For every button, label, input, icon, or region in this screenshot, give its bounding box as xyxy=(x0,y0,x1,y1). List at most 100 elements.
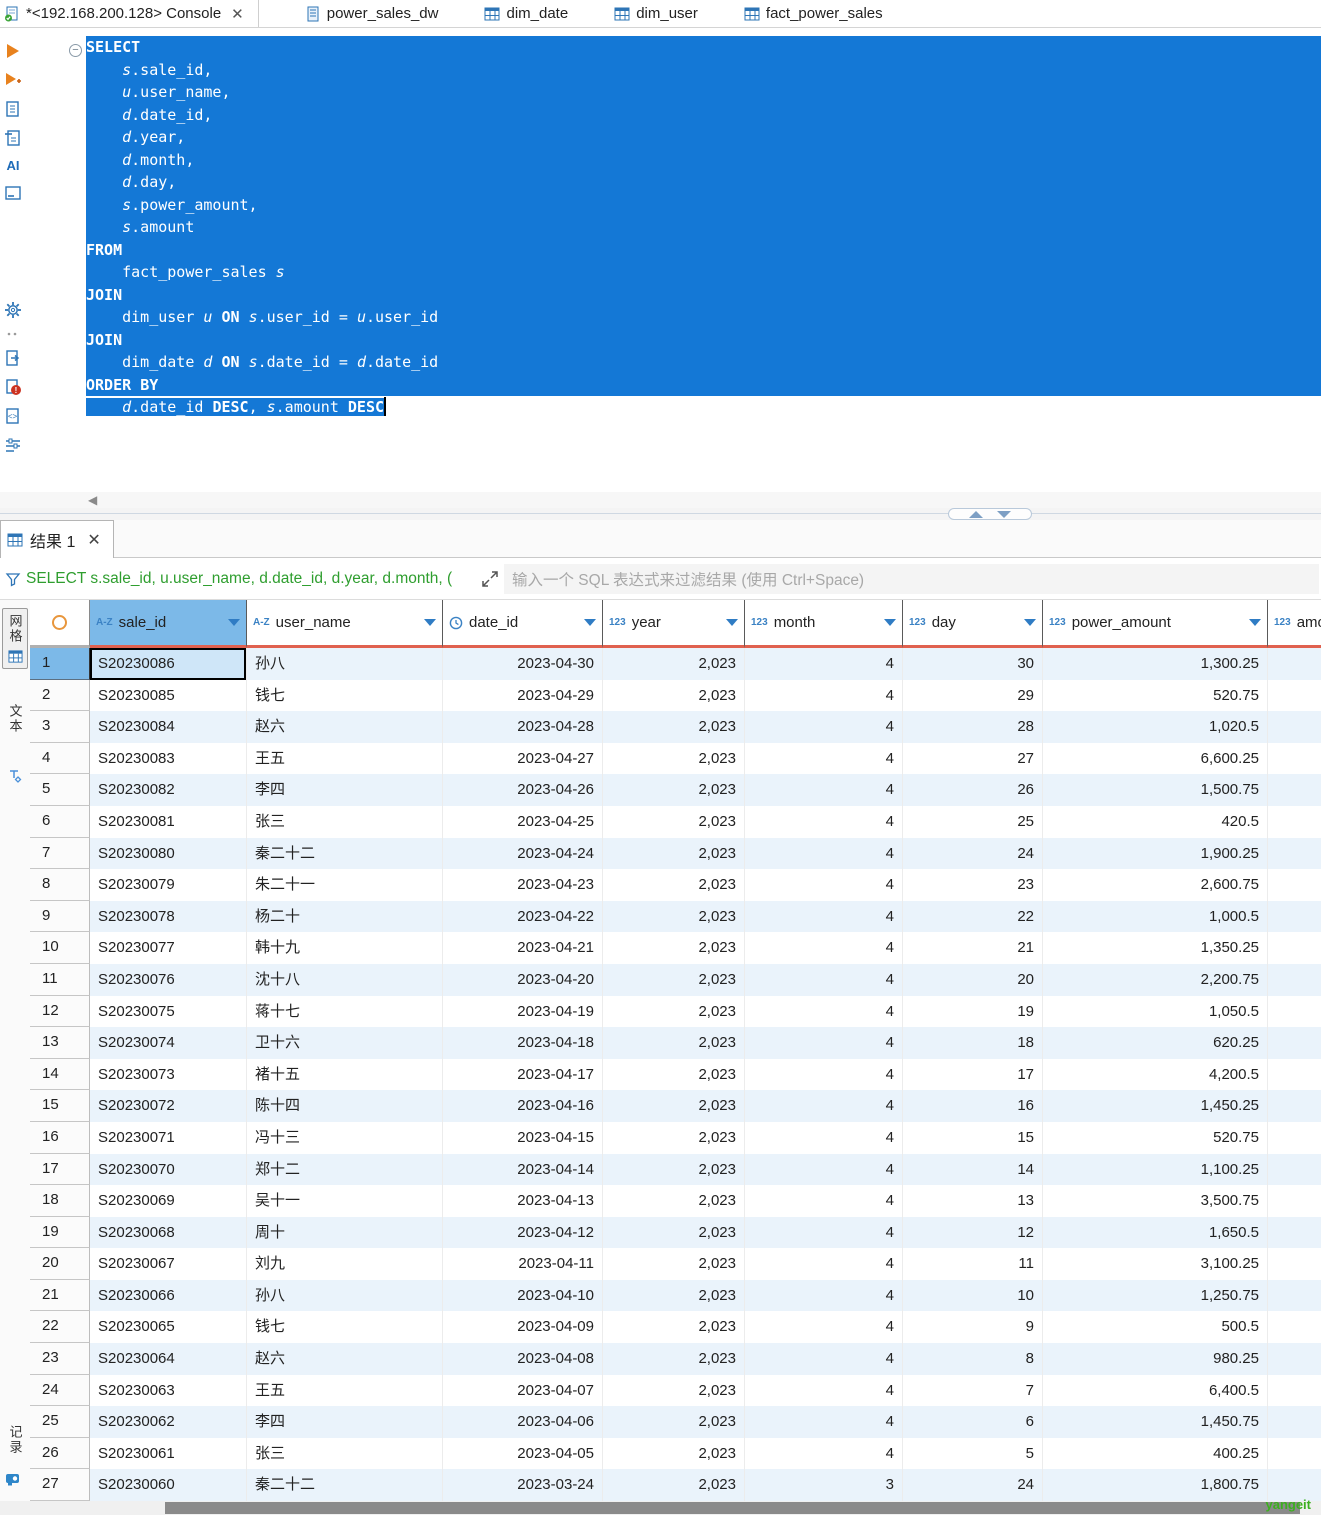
grid-cell[interactable]: 4 xyxy=(745,1153,903,1186)
grid-cell[interactable]: 4 xyxy=(745,805,903,838)
grid-cell[interactable]: 4 xyxy=(745,1279,903,1312)
grid-cell[interactable]: 2023-04-12 xyxy=(443,1216,603,1249)
grid-cell[interactable]: 2,023 xyxy=(603,1469,745,1501)
results-tab-close-icon[interactable]: ✕ xyxy=(87,530,100,550)
grid-cell[interactable] xyxy=(1268,1406,1321,1438)
grid-cell[interactable]: 朱二十一 xyxy=(247,869,443,901)
row-number[interactable]: 6 xyxy=(30,805,90,838)
grid-cell[interactable]: 4 xyxy=(745,1311,903,1344)
grid-cell[interactable]: 2023-04-05 xyxy=(443,1437,603,1470)
grid-cell[interactable]: 2023-04-08 xyxy=(443,1343,603,1375)
grid-cell[interactable]: 500.5 xyxy=(1043,1311,1268,1344)
tab-close-icon[interactable]: ✕ xyxy=(231,5,244,23)
grid-cell[interactable] xyxy=(1268,869,1321,901)
grid-cell[interactable]: 6,400.5 xyxy=(1043,1374,1268,1407)
grid-cell[interactable] xyxy=(1268,932,1321,964)
column-dropdown-icon[interactable] xyxy=(584,619,596,626)
script-output-icon[interactable]: <> xyxy=(4,407,22,425)
grid-cell[interactable]: 孙八 xyxy=(247,1279,443,1312)
grid-cell[interactable]: 2023-04-28 xyxy=(443,711,603,743)
grid-cell[interactable]: 23 xyxy=(903,869,1043,901)
tab-dim-user[interactable]: dim_user xyxy=(614,0,698,27)
grid-cell[interactable]: 2,023 xyxy=(603,742,745,775)
grid-cell[interactable]: 1,000.5 xyxy=(1043,900,1268,933)
sql-line[interactable]: d.day, xyxy=(86,171,1321,194)
grid-cell[interactable]: S20230070 xyxy=(90,1153,247,1186)
column-header-month[interactable]: 123 month xyxy=(745,600,903,648)
row-number[interactable]: 23 xyxy=(30,1343,90,1375)
row-number[interactable]: 21 xyxy=(30,1279,90,1312)
sql-line[interactable]: s.amount xyxy=(86,216,1321,239)
grid-cell[interactable]: 2,023 xyxy=(603,1374,745,1407)
grid-cell[interactable]: 2,023 xyxy=(603,900,745,933)
row-number[interactable]: 24 xyxy=(30,1374,90,1407)
grid-cell[interactable]: 4 xyxy=(745,1343,903,1375)
grid-cell[interactable]: 9 xyxy=(903,1311,1043,1344)
grid-corner-button[interactable] xyxy=(30,600,90,648)
grid-cell[interactable]: 24 xyxy=(903,837,1043,870)
grid-cell[interactable]: 6,600.25 xyxy=(1043,742,1268,775)
editor-hscrollbar[interactable]: ◀ xyxy=(0,492,1321,508)
grid-cell[interactable]: 2,023 xyxy=(603,1185,745,1217)
grid-cell[interactable]: 1,450.25 xyxy=(1043,1090,1268,1122)
sql-line[interactable]: dim_date d ON s.date_id = d.date_id xyxy=(86,351,1321,374)
fold-collapse-icon[interactable]: − xyxy=(69,44,82,57)
grid-cell[interactable]: 2,023 xyxy=(603,1343,745,1375)
grid-cell[interactable]: 2,023 xyxy=(603,648,745,680)
row-number[interactable]: 27 xyxy=(30,1469,90,1501)
grid-cell[interactable]: 4 xyxy=(745,869,903,901)
grid-cell[interactable]: 4 xyxy=(745,995,903,1028)
grid-cell[interactable]: S20230081 xyxy=(90,805,247,838)
grid-cell[interactable] xyxy=(1268,1121,1321,1154)
column-header-user_name[interactable]: A-Z user_name xyxy=(247,600,443,648)
grid-cell[interactable]: 14 xyxy=(903,1153,1043,1186)
grid-cell[interactable]: 2,023 xyxy=(603,774,745,806)
grid-cell[interactable]: 1,900.25 xyxy=(1043,837,1268,870)
grid-cell[interactable]: 1,500.75 xyxy=(1043,774,1268,806)
grid-cell[interactable]: 孙八 xyxy=(247,648,443,680)
row-number[interactable]: 12 xyxy=(30,995,90,1028)
row-number[interactable]: 15 xyxy=(30,1090,90,1122)
column-header-power_amount[interactable]: 123 power_amount xyxy=(1043,600,1268,648)
grid-cell[interactable]: S20230062 xyxy=(90,1406,247,1438)
grid-cell[interactable]: 400.25 xyxy=(1043,1437,1268,1470)
editor-panel-button[interactable] xyxy=(4,184,22,202)
grid-cell[interactable]: 张三 xyxy=(247,805,443,838)
column-dropdown-icon[interactable] xyxy=(424,619,436,626)
grid-hscrollbar[interactable] xyxy=(0,1501,1321,1515)
error-file-icon[interactable]: ! xyxy=(4,378,22,396)
grid-cell[interactable]: 4 xyxy=(745,1437,903,1470)
sql-line[interactable]: SELECT xyxy=(86,36,1321,59)
grid-cell[interactable]: 秦二十二 xyxy=(247,1469,443,1501)
grid-cell[interactable]: S20230077 xyxy=(90,932,247,964)
row-number[interactable]: 13 xyxy=(30,1027,90,1059)
grid-cell[interactable]: 冯十三 xyxy=(247,1121,443,1154)
grid-cell[interactable]: S20230061 xyxy=(90,1437,247,1470)
grid-cell[interactable]: 2,023 xyxy=(603,995,745,1028)
view-tab-grid[interactable]: 网格 xyxy=(2,608,28,669)
grid-cell[interactable]: 蒋十七 xyxy=(247,995,443,1028)
tab-power-sales-dw[interactable]: power_sales_dw xyxy=(305,0,438,27)
grid-cell[interactable]: 吴十一 xyxy=(247,1185,443,1217)
grid-cell[interactable] xyxy=(1268,1058,1321,1091)
grid-cell[interactable]: 2023-04-17 xyxy=(443,1058,603,1091)
grid-cell[interactable]: 刘九 xyxy=(247,1248,443,1280)
row-number[interactable]: 20 xyxy=(30,1248,90,1280)
grid-cell[interactable]: 周十 xyxy=(247,1216,443,1249)
collapse-down-icon[interactable] xyxy=(997,510,1011,518)
grid-cell[interactable]: 王五 xyxy=(247,1374,443,1407)
grid-cell[interactable]: 4 xyxy=(745,1216,903,1249)
column-dropdown-icon[interactable] xyxy=(1249,619,1261,626)
grid-cell[interactable]: 2023-04-11 xyxy=(443,1248,603,1280)
grid-cell[interactable]: 2,023 xyxy=(603,1058,745,1091)
grid-cell[interactable]: 2023-04-30 xyxy=(443,648,603,680)
execute-new-tab-button[interactable] xyxy=(4,71,22,89)
grid-cell[interactable]: 4 xyxy=(745,648,903,680)
grid-cell[interactable]: 2,023 xyxy=(603,869,745,901)
grid-cell[interactable]: 2,023 xyxy=(603,837,745,870)
grid-cell[interactable]: 520.75 xyxy=(1043,679,1268,712)
grid-cell[interactable]: 21 xyxy=(903,932,1043,964)
gear-icon[interactable] xyxy=(4,301,22,319)
grid-cell[interactable] xyxy=(1268,1185,1321,1217)
grid-cell[interactable]: 2023-04-07 xyxy=(443,1374,603,1407)
